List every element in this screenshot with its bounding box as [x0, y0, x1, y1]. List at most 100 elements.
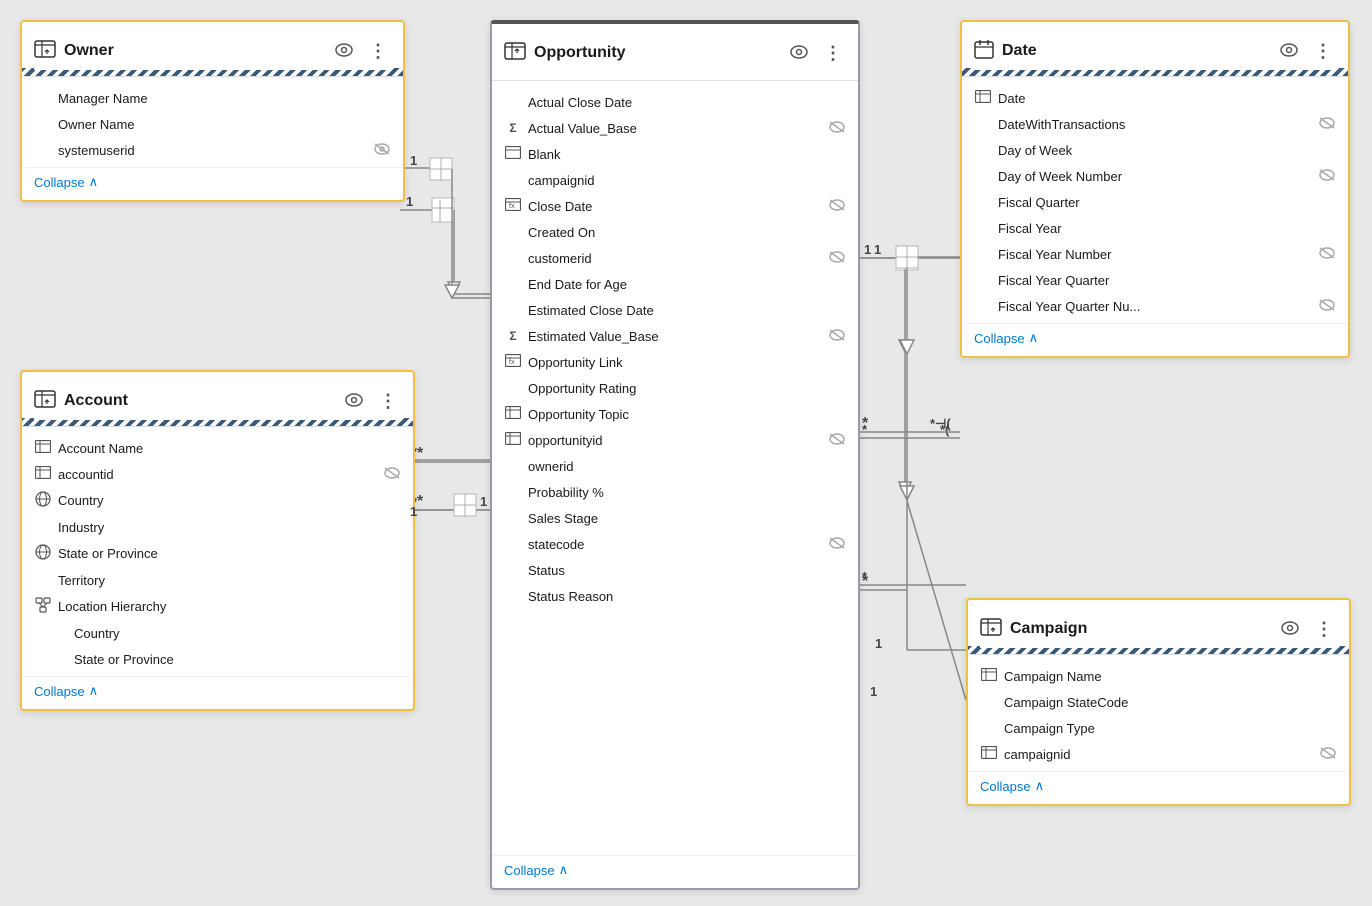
- opp-footer: Collapse ∧: [492, 855, 858, 888]
- field-manager-name: Manager Name: [22, 85, 403, 111]
- date-visibility-btn[interactable]: [1276, 41, 1302, 62]
- field-customerid: customerid: [492, 245, 858, 271]
- field-status: Status: [492, 557, 858, 583]
- field-close-date: fx Close Date: [492, 193, 858, 219]
- opp-entity-icon: [504, 42, 526, 65]
- field-opportunityid: opportunityid: [492, 427, 858, 453]
- date-card: Date ⋮ Date DateWithTransactions: [960, 20, 1350, 358]
- field-accountid: accountid: [22, 461, 413, 487]
- owner-footer: Collapse ∧: [22, 167, 403, 200]
- campaign-entity-icon: [980, 618, 1002, 641]
- field-location-hierarchy: Location Hierarchy: [22, 593, 413, 620]
- svg-text:1: 1: [406, 194, 413, 209]
- date-entity-icon: [974, 39, 994, 64]
- field-fiscal-quarter: Fiscal Quarter: [962, 189, 1348, 215]
- field-date-with-transactions: DateWithTransactions: [962, 111, 1348, 137]
- svg-text:1: 1: [874, 242, 881, 257]
- svg-text:fx: fx: [509, 203, 515, 210]
- svg-text:*: *: [862, 569, 868, 584]
- account-card: Account ⋮ Account Name ac: [20, 370, 415, 711]
- account-more-btn[interactable]: ⋮: [375, 390, 401, 412]
- account-footer: Collapse ∧: [22, 676, 413, 709]
- campaign-card-header: Campaign ⋮: [968, 600, 1349, 655]
- account-collapse-btn[interactable]: Collapse ∧: [34, 683, 98, 699]
- account-actions: ⋮: [341, 386, 401, 416]
- account-visibility-btn[interactable]: [341, 391, 367, 412]
- campaign-more-btn[interactable]: ⋮: [1311, 618, 1337, 640]
- svg-text:*(: *(: [940, 422, 950, 437]
- field-end-date-age: End Date for Age: [492, 271, 858, 297]
- opp-collapse-btn[interactable]: Collapse ∧: [504, 862, 568, 878]
- opp-visibility-btn[interactable]: [786, 43, 812, 64]
- campaign-visibility-btn[interactable]: [1277, 619, 1303, 640]
- date-header-inner: Date ⋮: [974, 32, 1336, 70]
- owner-title: Owner: [64, 42, 323, 60]
- owner-fields: Manager Name Owner Name systemuserid: [22, 77, 403, 167]
- field-statecode: statecode: [492, 531, 858, 557]
- svg-text:1: 1: [480, 494, 487, 509]
- owner-collapse-btn[interactable]: Collapse ∧: [34, 174, 98, 190]
- opp-more-btn[interactable]: ⋮: [820, 42, 846, 64]
- campaign-actions: ⋮: [1277, 614, 1337, 644]
- field-sales-stage: Sales Stage: [492, 505, 858, 531]
- actual-value-hidden: [828, 120, 846, 137]
- svg-text:1: 1: [864, 242, 871, 257]
- campaign-collapse-btn[interactable]: Collapse ∧: [980, 778, 1044, 794]
- blank-icon: [504, 146, 522, 162]
- field-actual-close-date: Actual Close Date: [492, 89, 858, 115]
- field-fiscal-year-number: Fiscal Year Number: [962, 241, 1348, 267]
- opportunityid-hidden: [828, 432, 846, 449]
- field-day-of-week: Day of Week: [962, 137, 1348, 163]
- svg-text:1: 1: [870, 684, 877, 699]
- date-actions: ⋮: [1276, 36, 1336, 66]
- field-fiscal-year: Fiscal Year: [962, 215, 1348, 241]
- opp-actions: ⋮: [786, 38, 846, 68]
- field-industry: Industry: [22, 514, 413, 540]
- owner-header-inner: Owner ⋮: [34, 32, 391, 70]
- field-opp-topic: Opportunity Topic: [492, 401, 858, 427]
- est-value-hidden: [828, 328, 846, 345]
- campaign-name-icon: [980, 668, 998, 684]
- svg-text:1: 1: [410, 153, 417, 168]
- campaign-id-icon: [980, 746, 998, 762]
- field-owner-name: Owner Name: [22, 111, 403, 137]
- date-title: Date: [1002, 42, 1268, 60]
- customerid-hidden: [828, 250, 846, 267]
- account-header-inner: Account ⋮: [34, 382, 401, 420]
- field-account-name: Account Name: [22, 435, 413, 461]
- account-card-header: Account ⋮: [22, 372, 413, 427]
- field-country: Country: [22, 487, 413, 514]
- svg-text:1: 1: [875, 636, 882, 651]
- field-campaignid: campaignid: [492, 167, 858, 193]
- owner-visibility-btn[interactable]: [331, 41, 357, 62]
- field-territory: Territory: [22, 567, 413, 593]
- owner-card: Owner ⋮ Manager Name Owner Name sy: [20, 20, 405, 202]
- account-fields: Account Name accountid Country Industr: [22, 427, 413, 676]
- accountid-hidden-icon: [383, 466, 401, 483]
- campaign-id-hidden: [1319, 746, 1337, 763]
- date-field-icon: [974, 90, 992, 106]
- accountid-icon: [34, 466, 52, 482]
- field-est-close-date: Estimated Close Date: [492, 297, 858, 323]
- owner-card-header: Owner ⋮: [22, 22, 403, 77]
- close-date-hidden: [828, 198, 846, 215]
- field-systemuserid: systemuserid: [22, 137, 403, 163]
- svg-text:*: *: [417, 493, 424, 510]
- opp-header-inner: Opportunity ⋮: [504, 34, 846, 72]
- field-day-of-week-number: Day of Week Number: [962, 163, 1348, 189]
- opportunityid-icon: [504, 432, 522, 448]
- state-province-icon: [34, 544, 52, 563]
- owner-more-btn[interactable]: ⋮: [365, 40, 391, 62]
- dwt-hidden: [1318, 116, 1336, 133]
- field-date: Date: [962, 85, 1348, 111]
- campaign-header-inner: Campaign ⋮: [980, 610, 1337, 648]
- field-fiscal-year-quarter-nu: Fiscal Year Quarter Nu...: [962, 293, 1348, 319]
- owner-entity-icon: [34, 40, 56, 63]
- date-card-header: Date ⋮: [962, 22, 1348, 77]
- field-lh-country: Country: [22, 620, 413, 646]
- field-fiscal-year-quarter: Fiscal Year Quarter: [962, 267, 1348, 293]
- date-collapse-btn[interactable]: Collapse ∧: [974, 330, 1038, 346]
- date-more-btn[interactable]: ⋮: [1310, 40, 1336, 62]
- field-created-on: Created On: [492, 219, 858, 245]
- down-hidden: [1318, 168, 1336, 185]
